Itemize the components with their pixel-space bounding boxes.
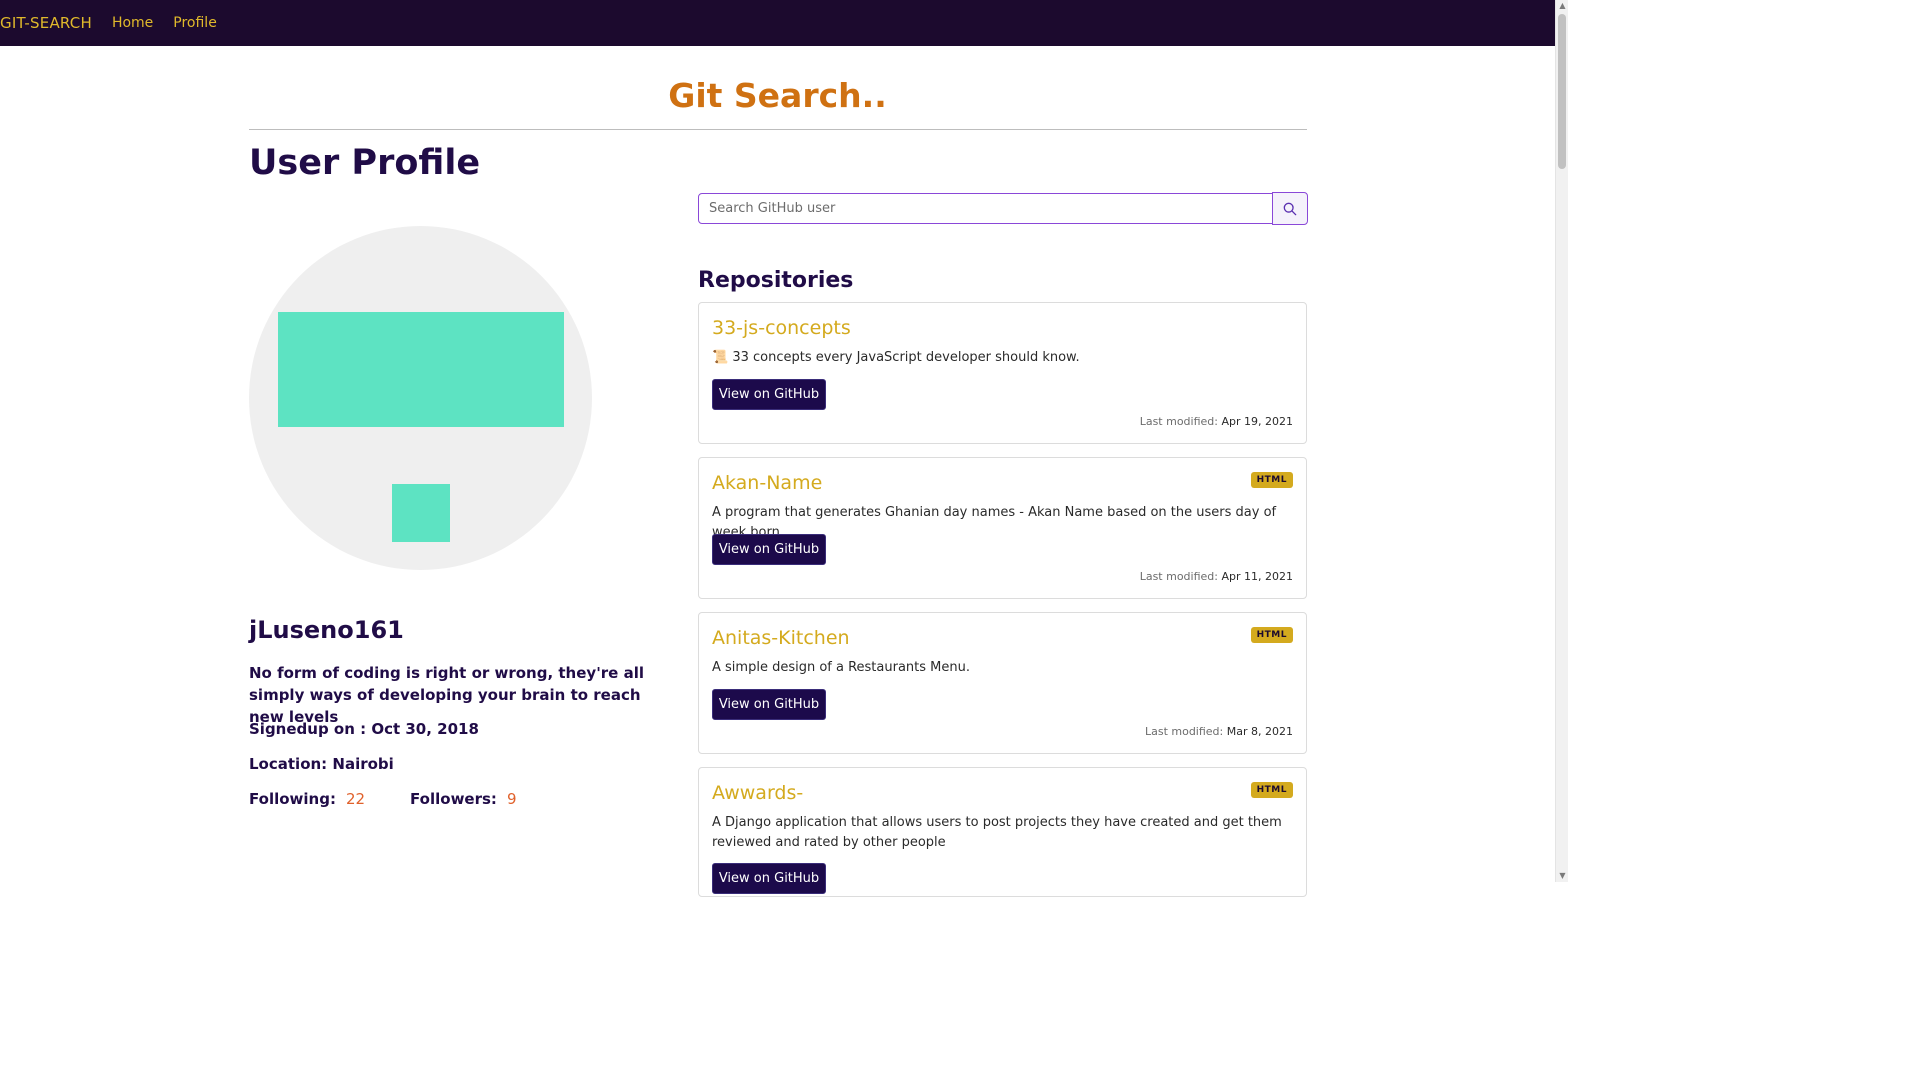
- repo-description: 📜 33 concepts every JavaScript developer…: [712, 350, 1080, 365]
- follow-stats: Following: 22 Followers: 9: [249, 790, 516, 808]
- language-badge: HTML: [1250, 472, 1293, 488]
- search-icon: [1283, 202, 1297, 215]
- search-input[interactable]: [698, 193, 1273, 224]
- followers-label: Followers:: [410, 790, 497, 808]
- user-profile-heading: User Profile: [249, 143, 481, 183]
- signup-date: Signedup on : Oct 30, 2018: [249, 720, 479, 738]
- repo-name[interactable]: 33-js-concepts: [712, 317, 851, 339]
- repo-name[interactable]: Awwards-: [712, 782, 803, 804]
- repo-card: Awwards- HTML A Django application that …: [698, 767, 1307, 897]
- avatar-identicon-block: [278, 312, 564, 427]
- followers-count: 9: [506, 790, 517, 808]
- repo-description: A simple design of a Restaurants Menu.: [712, 660, 970, 675]
- repo-last-modified: Last modified: Mar 8, 2021: [1145, 725, 1293, 738]
- repo-name[interactable]: Anitas-Kitchen: [712, 627, 850, 649]
- page-scrollbar[interactable]: ▲ ▼: [1555, 0, 1568, 882]
- following-label: Following:: [249, 790, 336, 808]
- last-modified-label: Last modified:: [1139, 570, 1218, 583]
- repo-last-modified: Last modified: Apr 11, 2021: [1140, 570, 1293, 583]
- view-on-github-button[interactable]: View on GitHub: [712, 689, 826, 720]
- brand-link[interactable]: GIT-SEARCH: [0, 14, 92, 32]
- scroll-up-arrow-icon[interactable]: ▲: [1556, 0, 1569, 12]
- language-badge: HTML: [1250, 782, 1293, 798]
- top-navbar: GIT-SEARCH Home Profile: [0, 0, 1555, 46]
- language-badge: HTML: [1250, 627, 1293, 643]
- user-bio: No form of coding is right or wrong, the…: [249, 664, 644, 726]
- avatar-identicon-block: [392, 484, 450, 542]
- scroll-down-arrow-icon[interactable]: ▼: [1556, 870, 1569, 882]
- last-modified-date: Apr 19, 2021: [1221, 415, 1293, 428]
- last-modified-label: Last modified:: [1139, 415, 1218, 428]
- user-location: Location: Nairobi: [249, 755, 394, 773]
- view-on-github-button[interactable]: View on GitHub: [712, 379, 826, 410]
- scrollbar-thumb[interactable]: [1558, 14, 1566, 169]
- repo-description: A Django application that allows users t…: [712, 815, 1282, 850]
- last-modified-date: Apr 11, 2021: [1221, 570, 1293, 583]
- nav-link-profile[interactable]: Profile: [173, 15, 217, 31]
- nav-link-home[interactable]: Home: [112, 15, 153, 31]
- last-modified-date: Mar 8, 2021: [1226, 725, 1293, 738]
- view-on-github-button[interactable]: View on GitHub: [712, 534, 826, 565]
- last-modified-label: Last modified:: [1144, 725, 1224, 738]
- username: jLuseno161: [249, 616, 404, 644]
- repo-card: Akan-Name HTML A program that generates …: [698, 457, 1307, 599]
- site-title: Git Search..: [668, 76, 887, 115]
- repo-card: 33-js-concepts 📜 33 concepts every JavaS…: [698, 302, 1307, 444]
- repositories-heading: Repositories: [698, 268, 854, 293]
- following-count: 22: [345, 790, 366, 808]
- search-button[interactable]: [1272, 192, 1308, 225]
- repo-name[interactable]: Akan-Name: [712, 472, 822, 494]
- view-on-github-button[interactable]: View on GitHub: [712, 863, 826, 894]
- avatar: [249, 226, 592, 570]
- header-divider: [249, 129, 1307, 130]
- repo-last-modified: Last modified: Apr 19, 2021: [1140, 415, 1293, 428]
- repo-card: Anitas-Kitchen HTML A simple design of a…: [698, 612, 1307, 754]
